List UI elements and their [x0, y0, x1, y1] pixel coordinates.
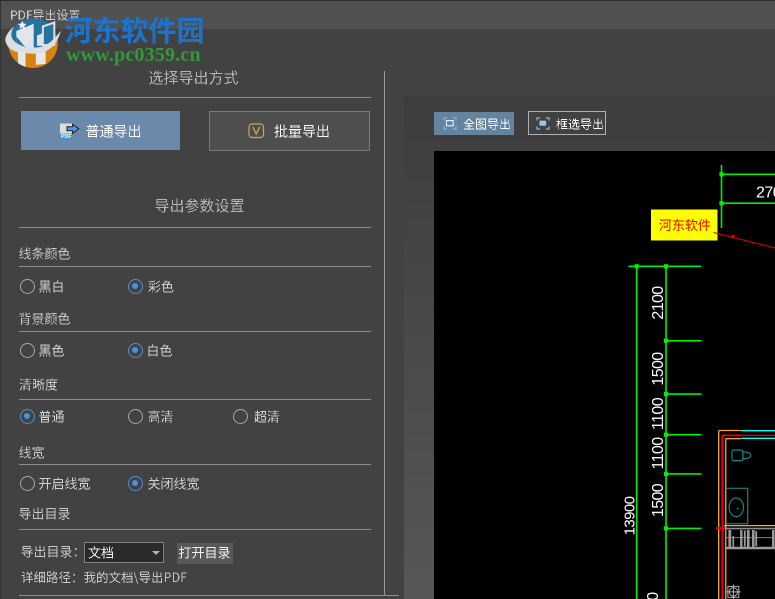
- svg-text:13900: 13900: [622, 496, 639, 535]
- svg-text:PDF: PDF: [61, 134, 71, 140]
- svg-text:2700: 2700: [756, 185, 775, 202]
- svg-text:2100: 2100: [650, 286, 667, 320]
- svg-text:1500: 1500: [645, 592, 662, 599]
- svg-text:1100: 1100: [650, 397, 667, 430]
- svg-text:1100: 1100: [650, 437, 667, 470]
- svg-text:1500: 1500: [650, 352, 667, 386]
- svg-text:1500: 1500: [650, 483, 667, 517]
